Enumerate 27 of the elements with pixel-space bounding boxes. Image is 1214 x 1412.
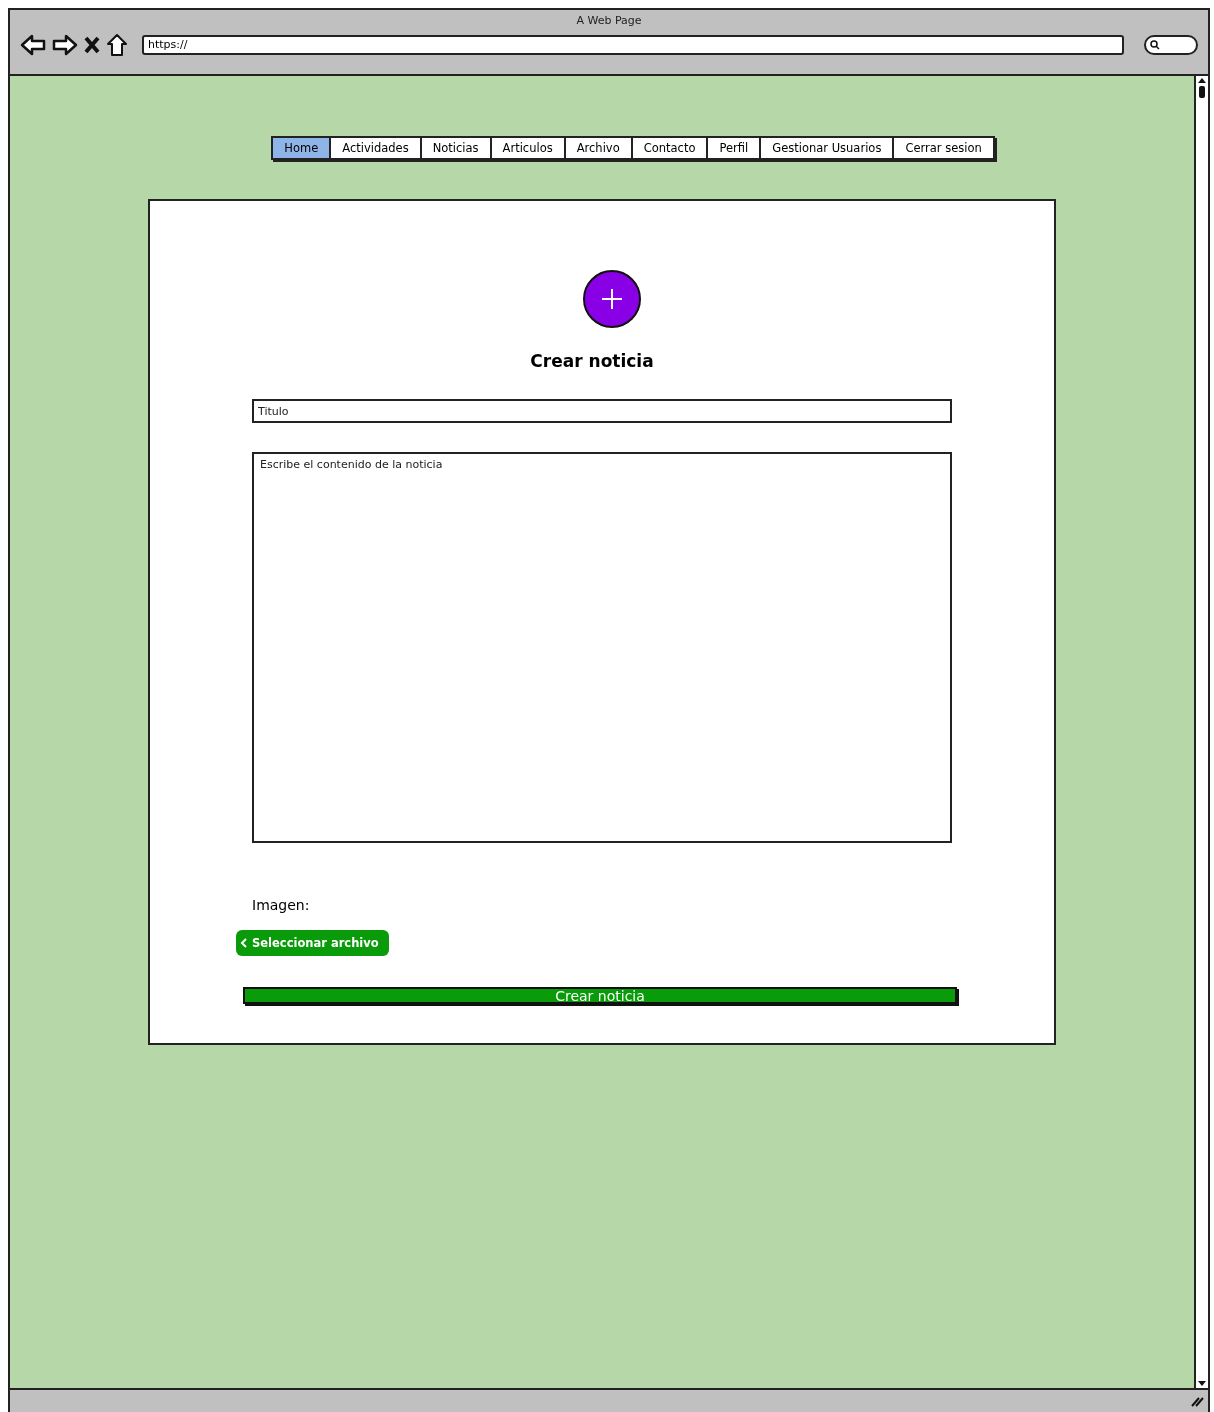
form-heading: Crear noticia [530,351,654,371]
forward-icon[interactable] [52,34,78,56]
back-icon[interactable] [20,34,46,56]
scroll-up-icon[interactable] [1197,76,1207,98]
resize-grip-icon[interactable] [1190,1395,1204,1407]
window-title: A Web Page [576,14,642,27]
nav-tab[interactable]: Articulos [489,138,564,158]
url-field[interactable]: https:// [142,35,1124,55]
plus-icon [582,269,642,329]
title-field[interactable]: Titulo [252,399,952,423]
search-icon [1150,40,1160,50]
nav-tab[interactable]: Archivo [563,138,631,158]
select-file-button[interactable]: Seleccionar archivo [236,930,389,956]
content-field[interactable]: Escribe el contenido de la noticia [252,452,952,843]
nav-tab[interactable]: Home [273,138,330,158]
submit-button[interactable]: Crear noticia [243,987,957,1004]
scrollbar[interactable] [1194,76,1208,1388]
nav-tab[interactable]: Cerrar sesion [892,138,993,158]
nav-tab[interactable]: Actividades [329,138,420,158]
search-field[interactable] [1144,35,1198,55]
nav-tab[interactable]: Noticias [419,138,490,158]
nav-tab[interactable]: Contacto [630,138,707,158]
chevron-left-icon [240,938,248,948]
image-label: Imagen: [252,897,310,913]
nav-tab[interactable]: Perfil [706,138,760,158]
close-icon[interactable] [84,36,100,54]
nav-tab[interactable]: Gestionar Usuarios [759,138,893,158]
